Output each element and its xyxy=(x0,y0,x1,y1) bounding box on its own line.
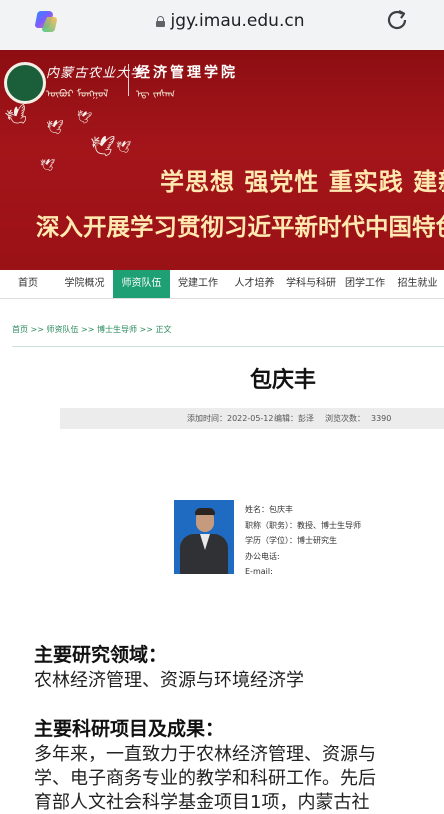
url-text: jgy.imau.edu.cn xyxy=(170,11,305,31)
nav-item-research[interactable]: 学科与科研 xyxy=(283,270,339,298)
address-bar[interactable]: jgy.imau.edu.cn xyxy=(120,6,340,36)
nav-item-about[interactable]: 学院概况 xyxy=(56,270,113,298)
dove-icon: 🕊 xyxy=(40,158,56,172)
reload-icon[interactable] xyxy=(384,7,410,33)
editor-name: 编辑：彭泽 xyxy=(274,414,314,423)
profile-email: E-mail: xyxy=(245,567,273,576)
views-label: 浏览次数： xyxy=(325,414,365,423)
nav-item-student[interactable]: 团学工作 xyxy=(339,270,391,298)
university-name-mongolian: ᠥᠪᠦᠷ ᠮᠣᠩᠭᠣᠯ xyxy=(46,89,109,100)
profile-title: 职称（职务）：教授、博士生导师 xyxy=(245,520,361,530)
nav-item-admissions[interactable]: 招生就业 xyxy=(391,270,444,298)
projects-text-line3: 育部人文社会科学基金项目1项，内蒙古社 xyxy=(34,792,370,813)
nav-item-training[interactable]: 人才培养 xyxy=(226,270,283,298)
profile-phone: 办公电话: xyxy=(245,551,280,561)
profile-photo xyxy=(174,500,234,574)
dove-icon: 🕊 xyxy=(90,134,116,158)
nav-item-home[interactable]: 首页 xyxy=(0,270,56,298)
lock-icon xyxy=(155,15,165,27)
university-name: 内蒙古农业大学 xyxy=(46,66,145,81)
dove-icon: 🕊 xyxy=(116,140,132,154)
logo-divider xyxy=(128,64,129,96)
breadcrumb-divider xyxy=(12,346,444,347)
article-meta-bar: 添加时间：2022-05-12 编辑：彭泽 浏览次数： 3390 xyxy=(60,408,444,429)
profile-info: 姓名：包庆丰 职称（职务）：教授、博士生导师 学历（学位）：博士研究生 办公电话… xyxy=(245,502,361,580)
projects-heading: 主要科研项目及成果： xyxy=(34,718,225,740)
header-banner: 内蒙古农业大学 ᠥᠪᠦᠷ ᠮᠣᠩᠭᠣᠯ 经济管理学院 ᠡᠳ᠋ ᠵᠠᠰᠠᠭ 🕊 🕊… xyxy=(0,50,444,270)
nav-item-faculty[interactable]: 师资队伍 xyxy=(113,270,170,298)
profile-degree: 学历（学位）：博士研究生 xyxy=(245,536,337,545)
dove-icon: 🕊 xyxy=(3,102,32,131)
copilot-icon[interactable] xyxy=(34,8,60,34)
dove-icon: 🕊 xyxy=(46,120,64,136)
college-name: 经济管理学院 xyxy=(136,65,238,81)
nav-item-party[interactable]: 党建工作 xyxy=(170,270,226,298)
research-text: 农林经济管理、资源与环境经济学 xyxy=(34,670,304,691)
publish-date: 添加时间：2022-05-12 xyxy=(187,414,274,423)
views-count: 3390 xyxy=(371,414,392,423)
university-logo[interactable] xyxy=(4,62,46,104)
main-nav: 首页 学院概况 师资队伍 党建工作 人才培养 学科与科研 团学工作 招生就业 xyxy=(0,270,444,299)
banner-slogan-line1: 学思想 强党性 重实践 建新功 xyxy=(160,167,444,196)
college-name-mongolian: ᠡᠳ᠋ ᠵᠠᠰᠠᠭ xyxy=(136,89,176,100)
page-title: 包庆丰 xyxy=(249,368,316,393)
projects-text-line2: 学、电子商务专业的教学和科研工作。先后 xyxy=(34,768,376,789)
browser-bar: jgy.imau.edu.cn xyxy=(0,0,444,50)
breadcrumb[interactable]: 首页 >> 师资队伍 >> 博士生导师 >> 正文 xyxy=(12,324,171,335)
dove-icon: 🕊 xyxy=(74,108,93,126)
research-heading: 主要研究领域： xyxy=(34,644,168,666)
projects-text-line1: 多年来，一直致力于农林经济管理、资源与 xyxy=(34,744,376,765)
banner-slogan-line2: 深入开展学习贯彻习近平新时代中国特色社会主义思想 xyxy=(36,213,444,241)
profile-name: 姓名：包庆丰 xyxy=(245,505,293,514)
